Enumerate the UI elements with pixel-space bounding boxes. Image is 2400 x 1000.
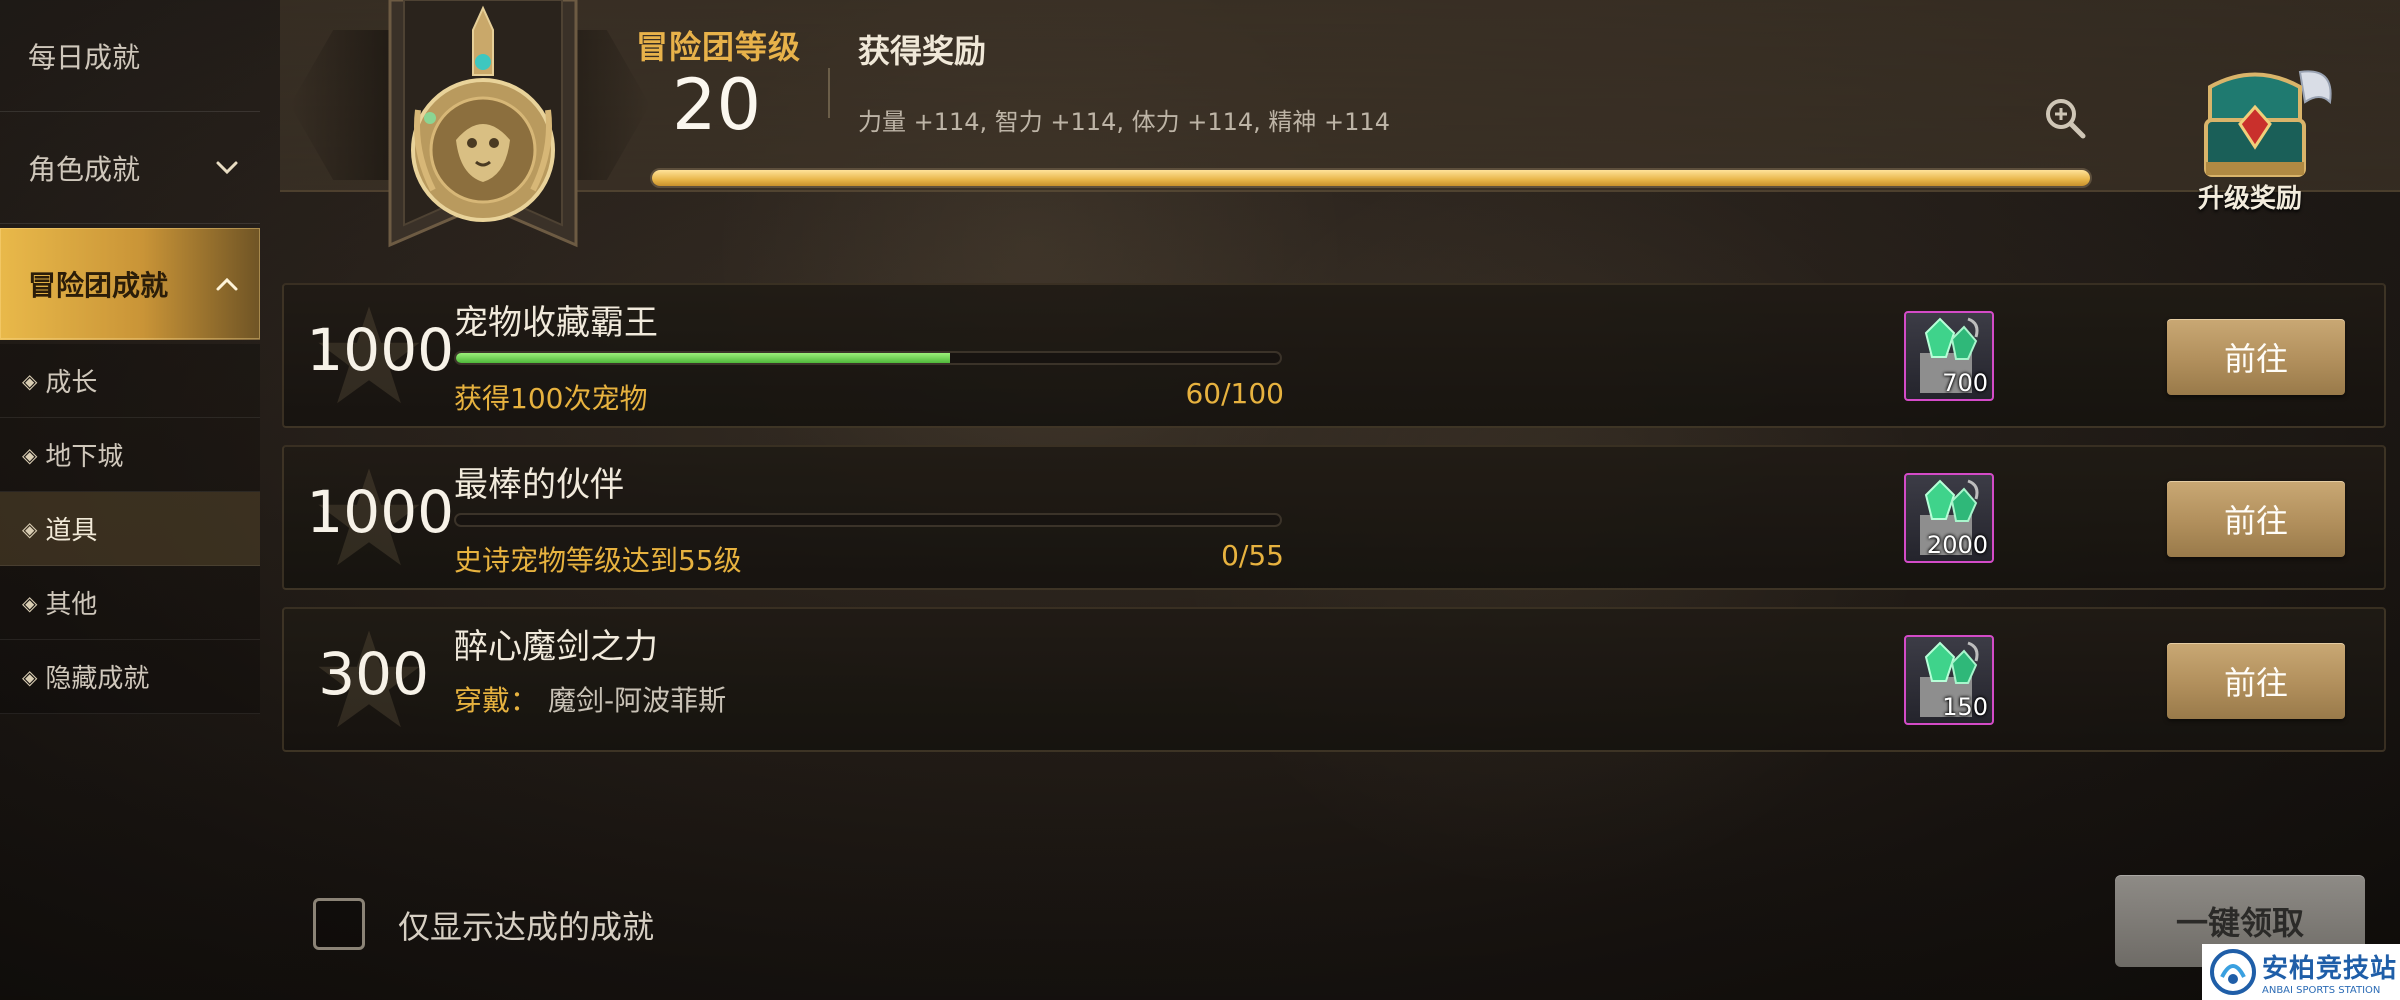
sidebar-subitem-label: 隐藏成就 — [45, 664, 150, 694]
show-completed-label: 仅显示达成的成就 — [398, 908, 655, 946]
achievement-count: 60/100 — [1185, 377, 1284, 410]
goto-button[interactable]: 前往 — [2167, 643, 2345, 719]
reward-item[interactable]: 2000 — [1904, 473, 1994, 563]
reward-item[interactable]: 700 — [1904, 311, 1994, 401]
achievement-title: 宠物收藏霸王 — [454, 303, 658, 343]
watermark-subtext: ANBAI SPORTS STATION — [2262, 985, 2381, 996]
diamond-icon: ◈ — [22, 442, 38, 467]
watermark-icon — [2210, 949, 2256, 995]
diamond-icon: ◈ — [22, 664, 38, 689]
achievement-points: 300 — [318, 640, 429, 708]
sidebar-item-character[interactable]: 角色成就 — [0, 112, 260, 224]
adventure-level-title: 冒险团等级 — [636, 28, 802, 66]
treasure-chest-icon[interactable] — [2170, 62, 2340, 187]
achievement-progress-bar — [454, 513, 1282, 527]
upgrade-reward-label: 升级奖励 — [2197, 184, 2302, 214]
achievement-description: 获得100次宠物 — [454, 382, 648, 415]
goto-button[interactable]: 前往 — [2167, 319, 2345, 395]
sidebar-item-label: 冒险团成就 — [28, 268, 169, 302]
achievement-description-value: 魔剑-阿波菲斯 — [548, 684, 727, 717]
level-progress-bar — [650, 168, 2092, 188]
reward-quantity: 150 — [1942, 693, 1988, 721]
diamond-icon: ◈ — [22, 516, 38, 541]
achievement-description: 穿戴： 魔剑-阿波菲斯 — [454, 679, 726, 719]
goto-button[interactable]: 前往 — [2167, 481, 2345, 557]
chevron-down-icon — [214, 155, 240, 181]
sidebar: 每日成就 角色成就 冒险团成就 ◈ 成长 ◈ 地下城 ◈ 道具 ◈ 其他 ◈ 隐… — [0, 0, 265, 1000]
adventure-level-value: 20 — [672, 64, 762, 146]
adventure-emblem-icon — [378, 0, 588, 255]
sidebar-subitem-other[interactable]: ◈ 其他 — [0, 566, 260, 640]
sidebar-item-adventure[interactable]: 冒险团成就 — [0, 228, 260, 340]
reward-stats: 力量 +114, 智力 +114, 体力 +114, 精神 +114 — [858, 108, 1390, 136]
level-progress-fill — [652, 170, 2090, 186]
sidebar-subitem-growth[interactable]: ◈ 成长 — [0, 344, 260, 418]
achievement-title: 醉心魔剑之力 — [454, 627, 658, 667]
sidebar-subitem-label: 地下城 — [45, 442, 124, 472]
reward-quantity: 2000 — [1926, 531, 1988, 559]
watermark-logo: 安柏竞技站 ANBAI SPORTS STATION — [2202, 944, 2400, 1000]
sidebar-subitem-label: 成长 — [45, 368, 98, 398]
achievement-title: 最棒的伙伴 — [454, 465, 624, 505]
sidebar-subitem-label: 其他 — [45, 590, 98, 620]
achievement-points: 1000 — [306, 478, 454, 546]
achievement-points: 1000 — [306, 316, 454, 384]
zoom-in-icon[interactable] — [2043, 96, 2087, 140]
sidebar-item-label: 角色成就 — [28, 152, 141, 186]
sidebar-subitem-dungeon[interactable]: ◈ 地下城 — [0, 418, 260, 492]
sidebar-subitem-hidden[interactable]: ◈ 隐藏成就 — [0, 640, 260, 714]
show-completed-checkbox[interactable] — [313, 898, 365, 950]
reward-item[interactable]: 150 — [1904, 635, 1994, 725]
sidebar-subitem-label: 道具 — [45, 516, 98, 546]
achievement-row: 300 醉心魔剑之力 穿戴： 魔剑-阿波菲斯 150 前往 — [282, 607, 2386, 752]
sidebar-item-daily[interactable]: 每日成就 — [0, 0, 260, 112]
achievement-count: 0/55 — [1221, 539, 1284, 572]
divider — [828, 68, 830, 118]
achievement-progress-bar — [454, 351, 1282, 365]
achievement-description: 史诗宠物等级达到55级 — [454, 544, 742, 577]
reward-quantity: 700 — [1942, 369, 1988, 397]
achievement-progress-fill — [456, 353, 951, 363]
watermark-text: 安柏竞技站 — [2262, 954, 2398, 984]
reward-title: 获得奖励 — [858, 32, 987, 70]
diamond-icon: ◈ — [22, 368, 38, 393]
achievement-description-label: 穿戴： — [454, 684, 539, 717]
diamond-icon: ◈ — [22, 590, 38, 615]
achievement-row: 1000 最棒的伙伴 史诗宠物等级达到55级 0/55 2000 前往 — [282, 445, 2386, 590]
chevron-up-icon — [214, 271, 240, 297]
sidebar-subitem-items[interactable]: ◈ 道具 — [0, 492, 260, 566]
sidebar-item-label: 每日成就 — [28, 40, 141, 74]
achievement-row: 1000 宠物收藏霸王 获得100次宠物 60/100 700 前往 — [282, 283, 2386, 428]
